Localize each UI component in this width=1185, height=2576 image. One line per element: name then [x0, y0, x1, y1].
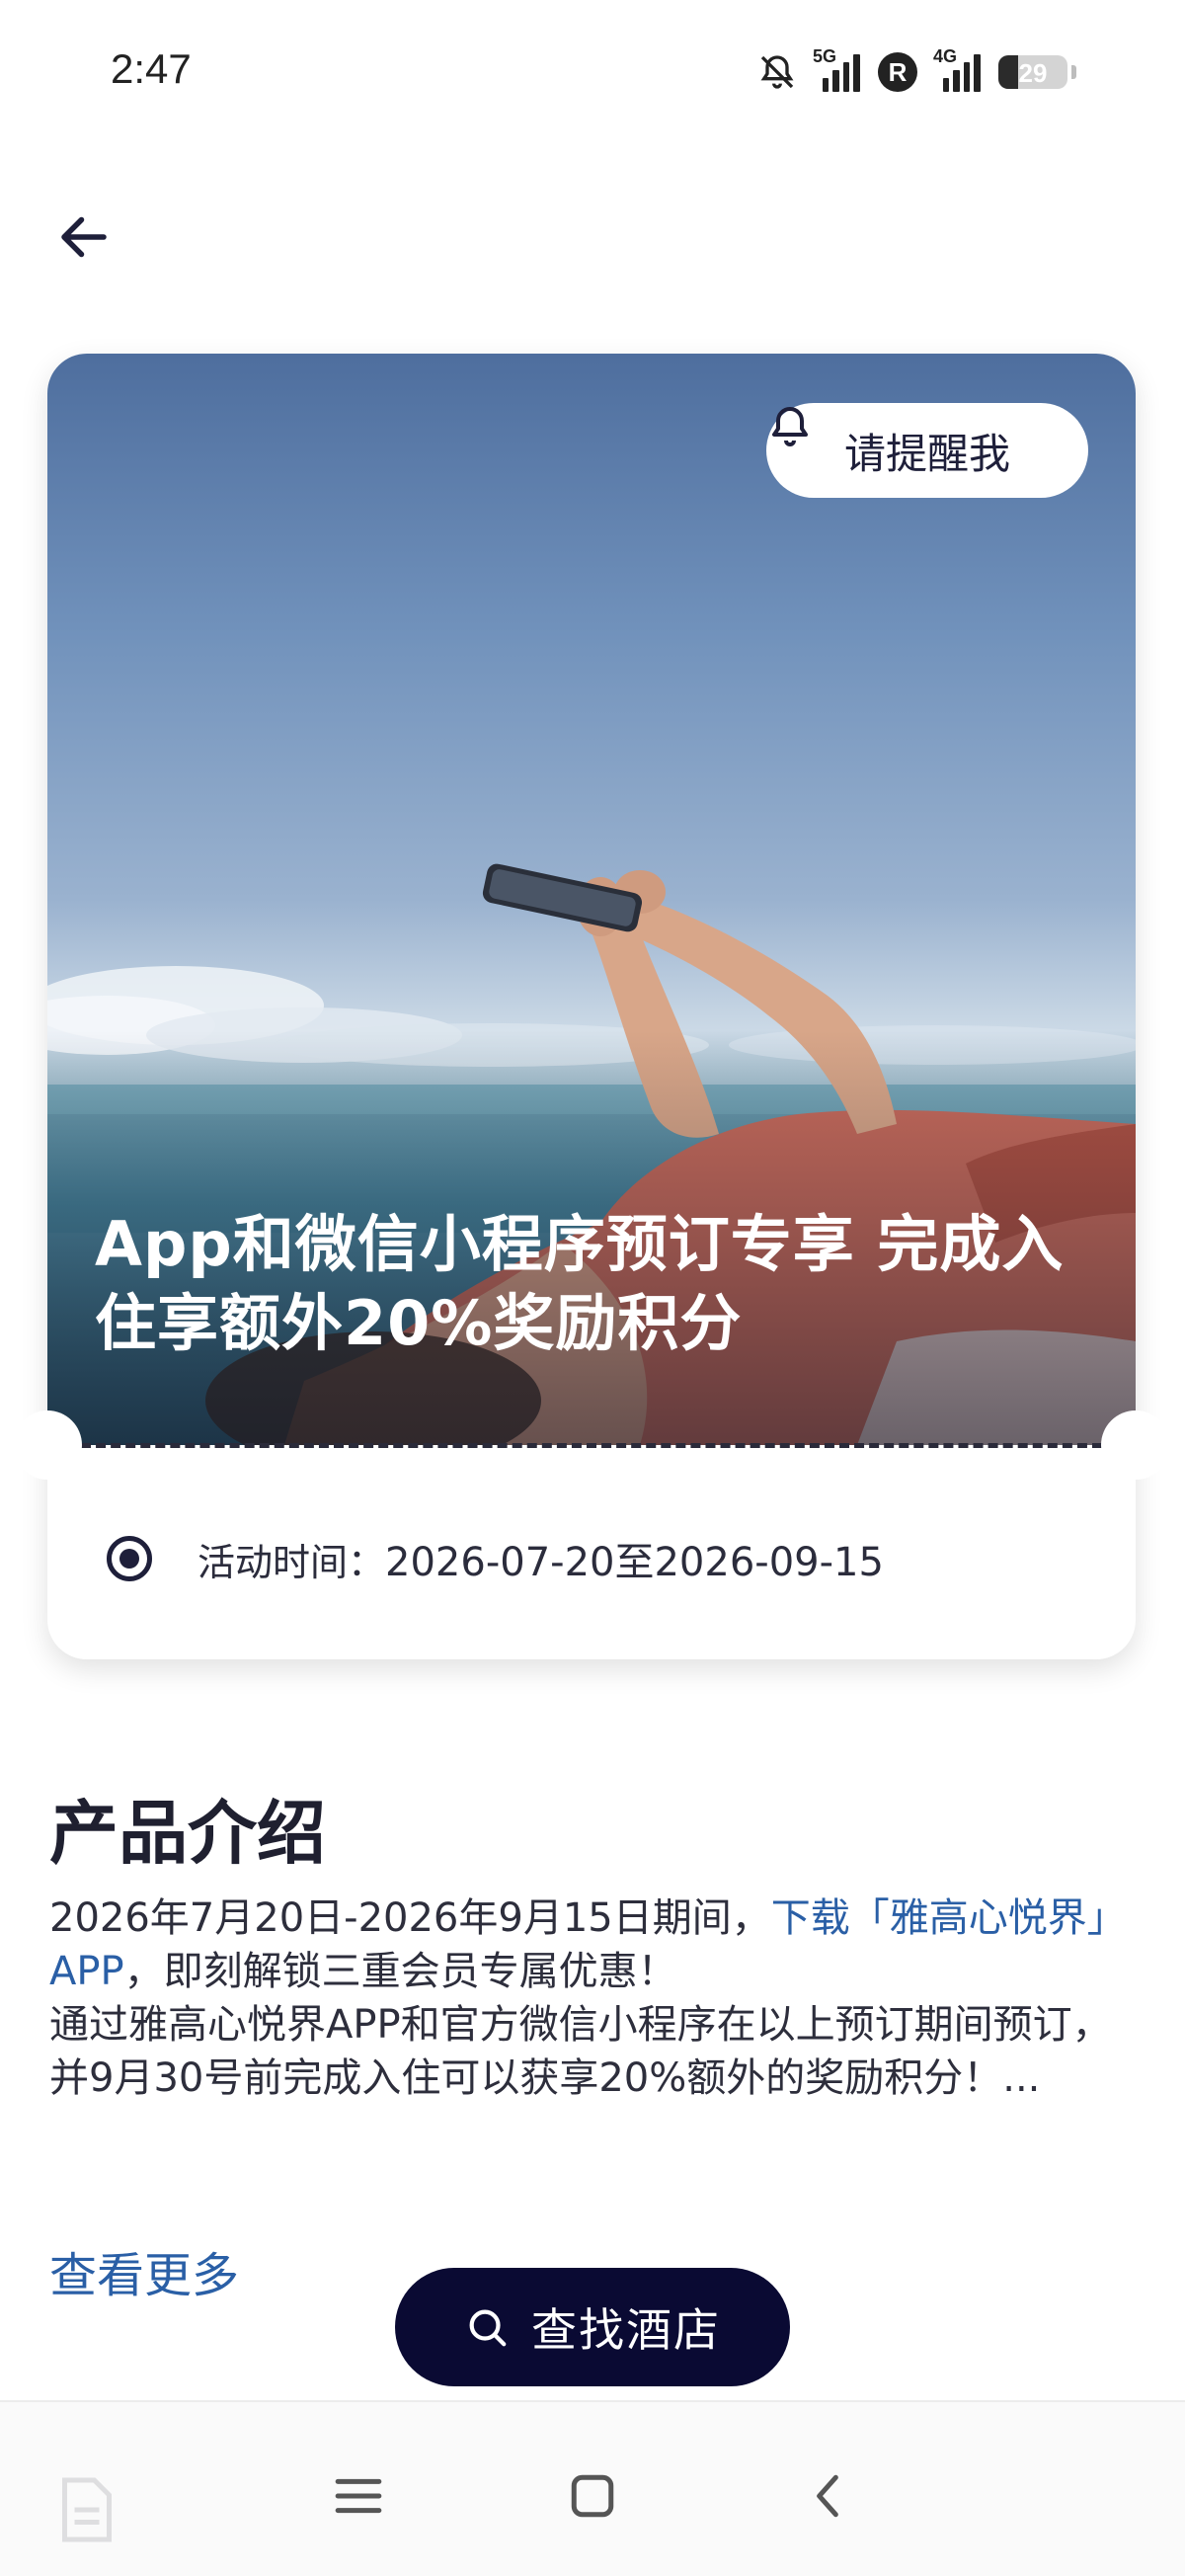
- activity-period-value: 2026-07-20至2026-09-15: [385, 1540, 884, 1585]
- radio-dot-icon: [107, 1536, 152, 1581]
- promotion-title: App和微信小程序预订专享 完成入住享额外20%奖励积分: [95, 1208, 1065, 1359]
- ticket-notch-right: [1101, 1410, 1170, 1480]
- signal-4g-icon: 4G: [933, 46, 981, 92]
- hero-image: 请提醒我 App和微信小程序预订专享 完成入住享额外20%奖励积分: [47, 354, 1136, 1445]
- battery-level: 29: [1018, 58, 1048, 88]
- ticket-notch-left: [13, 1410, 82, 1480]
- remind-me-button[interactable]: 请提醒我: [766, 403, 1088, 498]
- section-title-product-intro: 产品介绍: [49, 1793, 326, 1874]
- bell-muted-icon: [760, 55, 794, 89]
- see-more-link[interactable]: 查看更多: [49, 2236, 239, 2305]
- back-button[interactable]: [40, 193, 128, 282]
- find-hotel-button[interactable]: 查找酒店: [395, 2268, 790, 2386]
- nav-home-button[interactable]: [548, 2452, 637, 2540]
- find-hotel-label: 查找酒店: [531, 2303, 721, 2357]
- menu-icon: [335, 2478, 382, 2514]
- status-bar: 2:47 5G R 4G 29: [0, 0, 1185, 148]
- remind-me-label: 请提醒我: [843, 429, 1010, 478]
- system-nav-bar: [0, 2402, 1185, 2576]
- battery-icon: 29: [998, 55, 1067, 89]
- home-square-icon: [571, 2474, 614, 2518]
- bell-icon: [772, 407, 808, 446]
- signal-5g-icon: 5G: [813, 46, 860, 92]
- status-time: 2:47: [111, 45, 192, 92]
- back-chevron-icon: [817, 2474, 838, 2518]
- intro-text-3: 通过雅高心悦界APP和官方微信小程序在以上预订期间预订，并9月30号前完成入住可…: [49, 2002, 1112, 2101]
- arrow-left-icon: [61, 216, 107, 258]
- ticket-perforation: [81, 1443, 1102, 1448]
- status-icons: 5G R 4G 29: [757, 46, 1076, 97]
- intro-text-2: ，即刻解锁三重会员专属优惠！: [123, 1949, 677, 1994]
- activity-period-label: 活动时间：: [198, 1540, 386, 1584]
- document-icon: [62, 2477, 112, 2542]
- promotion-card: 请提醒我 App和微信小程序预订专享 完成入住享额外20%奖励积分 活动时间： …: [13, 354, 1170, 1659]
- network-type-1: 5G: [813, 46, 837, 66]
- activity-period: 活动时间： 2026-07-20至2026-09-15: [107, 1519, 884, 1598]
- intro-text-1: 2026年7月20日-2026年9月15日期间，: [49, 1895, 771, 1941]
- nav-back-button[interactable]: [783, 2452, 872, 2540]
- roaming-icon: R: [878, 52, 917, 92]
- product-intro-text: 2026年7月20日-2026年9月15日期间，下载「雅高心悦界」APP，即刻解…: [49, 1892, 1136, 2105]
- battery-tip: [1071, 65, 1076, 79]
- nav-menu-button[interactable]: [314, 2452, 403, 2540]
- search-icon: [469, 2309, 507, 2347]
- network-type-2: 4G: [933, 46, 958, 66]
